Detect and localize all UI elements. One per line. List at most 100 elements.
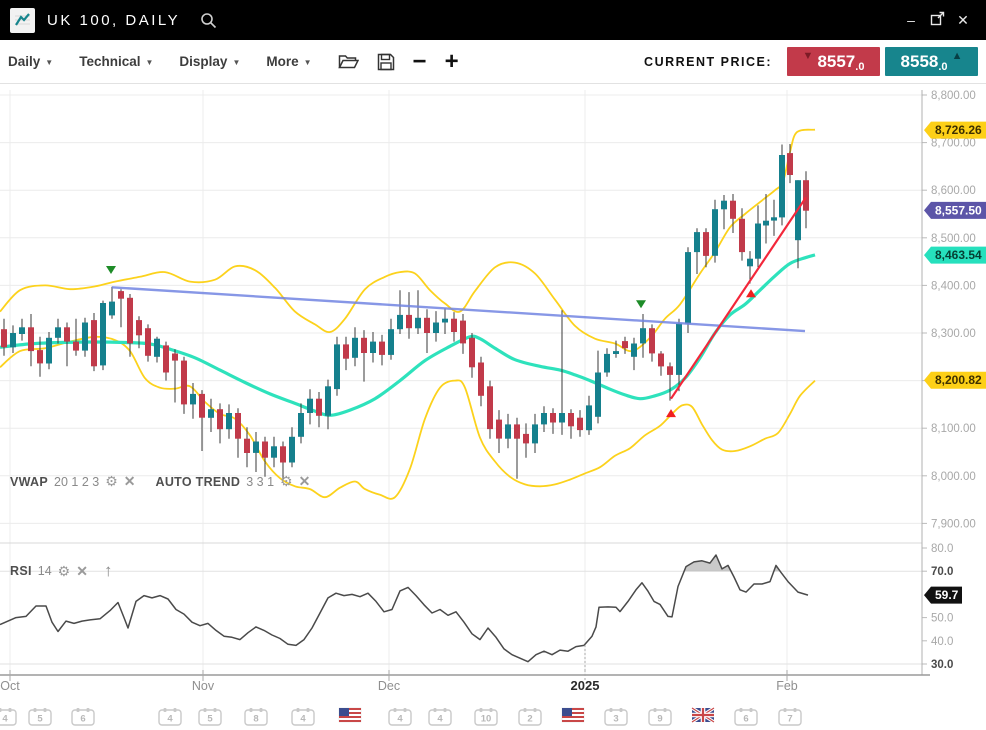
sell-price-badge[interactable]: ▼ 8557 .0 [787, 47, 880, 76]
candle [352, 338, 358, 358]
window-title: UK 100, DAILY [47, 12, 180, 29]
svg-text:2025: 2025 [571, 678, 600, 693]
calendar-day: 3 [613, 714, 618, 725]
sell-signal-icon [106, 266, 116, 274]
svg-text:80.0: 80.0 [931, 543, 953, 555]
candle [334, 344, 340, 389]
gear-icon[interactable]: ⚙ [280, 473, 293, 490]
chevron-down-icon: ▼ [45, 58, 53, 67]
svg-text:40.0: 40.0 [931, 636, 953, 648]
open-folder-icon[interactable] [338, 53, 359, 70]
us-flag-icon[interactable] [339, 708, 361, 722]
buy-signal-icon [746, 289, 756, 297]
svg-text:Dec: Dec [378, 679, 400, 693]
zoom-out-button[interactable]: − [413, 52, 427, 72]
candle [694, 232, 700, 252]
candle [568, 413, 574, 426]
candle [739, 219, 745, 252]
rsi-params: 14 [38, 564, 52, 578]
candle [523, 434, 529, 444]
menu-more[interactable]: More ▼ [266, 54, 311, 69]
candle [505, 424, 511, 438]
close-icon[interactable]: ✕ [299, 473, 311, 490]
chevron-down-icon: ▼ [145, 58, 153, 67]
save-icon[interactable] [377, 53, 395, 71]
grid-layer [0, 90, 927, 675]
candle [91, 320, 97, 366]
candle [262, 442, 268, 458]
candle [747, 259, 753, 267]
popout-button[interactable] [924, 11, 950, 29]
us-flag-icon[interactable] [562, 708, 584, 722]
sell-price-value: 8557 [817, 52, 855, 72]
candle [316, 399, 322, 416]
menu-display-label: Display [179, 54, 227, 69]
candle [779, 155, 785, 217]
candle [28, 327, 34, 351]
candle [406, 315, 412, 328]
candle [469, 338, 475, 368]
candle [280, 446, 286, 462]
candle [163, 345, 169, 372]
calendar-day: 4 [167, 714, 173, 725]
candle [658, 354, 664, 367]
close-icon[interactable]: ✕ [76, 563, 88, 580]
candle [298, 413, 304, 437]
sell-signal-icon [636, 300, 646, 308]
window-titlebar: UK 100, DAILY – ✕ [0, 0, 986, 40]
chart-toolbar: Daily ▼ Technical ▼ Display ▼ More ▼ − +… [0, 40, 986, 84]
minimize-button[interactable]: – [898, 12, 924, 28]
candle [685, 252, 691, 323]
candle [217, 409, 223, 429]
candle [622, 341, 628, 348]
candle [676, 324, 682, 375]
svg-text:8,557.50: 8,557.50 [935, 203, 982, 217]
svg-text:70.0: 70.0 [931, 566, 953, 578]
candle [532, 424, 538, 443]
gear-icon[interactable]: ⚙ [58, 563, 71, 580]
candle [424, 318, 430, 333]
candle [199, 394, 205, 418]
candle [415, 318, 421, 329]
svg-text:59.7: 59.7 [935, 588, 959, 602]
svg-text:8,700.00: 8,700.00 [931, 138, 976, 150]
candle [577, 418, 583, 430]
candle [771, 217, 777, 220]
arrow-up-icon: ▲ [952, 47, 963, 62]
close-button[interactable]: ✕ [950, 12, 976, 29]
menu-more-label: More [266, 54, 298, 69]
candle [586, 405, 592, 430]
search-icon[interactable] [200, 12, 217, 29]
menu-timeframe[interactable]: Daily ▼ [8, 54, 53, 69]
candle [730, 201, 736, 219]
svg-text:7,900.00: 7,900.00 [931, 518, 976, 530]
uk-flag-icon[interactable] [692, 708, 714, 722]
candle [55, 327, 61, 338]
candle [100, 303, 106, 365]
candle [460, 321, 466, 344]
candle [82, 323, 88, 351]
close-icon[interactable]: ✕ [124, 473, 136, 490]
price-chart-canvas[interactable]: 8,800.008,700.008,600.008,500.008,400.00… [0, 84, 986, 730]
candle [361, 338, 367, 353]
menu-display[interactable]: Display ▼ [179, 54, 240, 69]
svg-text:8,100.00: 8,100.00 [931, 423, 976, 435]
zoom-in-button[interactable]: + [445, 52, 459, 72]
sell-price-decimal: .0 [855, 61, 864, 76]
gear-icon[interactable]: ⚙ [105, 473, 118, 490]
menu-technical-label: Technical [79, 54, 140, 69]
menu-technical[interactable]: Technical ▼ [79, 54, 153, 69]
collapse-panel-arrow-icon[interactable]: ↑ [104, 561, 113, 581]
menu-timeframe-label: Daily [8, 54, 40, 69]
candle [667, 366, 673, 375]
buy-price-badge[interactable]: 8558 .0 ▲ [885, 47, 978, 76]
svg-text:Feb: Feb [776, 679, 798, 693]
svg-text:8,500.00: 8,500.00 [931, 233, 976, 245]
candle [244, 439, 250, 453]
candle [496, 420, 502, 439]
candle [604, 354, 610, 373]
candle [755, 224, 761, 259]
candle [235, 413, 241, 439]
current-price-label: CURRENT PRICE: [644, 55, 772, 69]
candle [803, 180, 809, 211]
